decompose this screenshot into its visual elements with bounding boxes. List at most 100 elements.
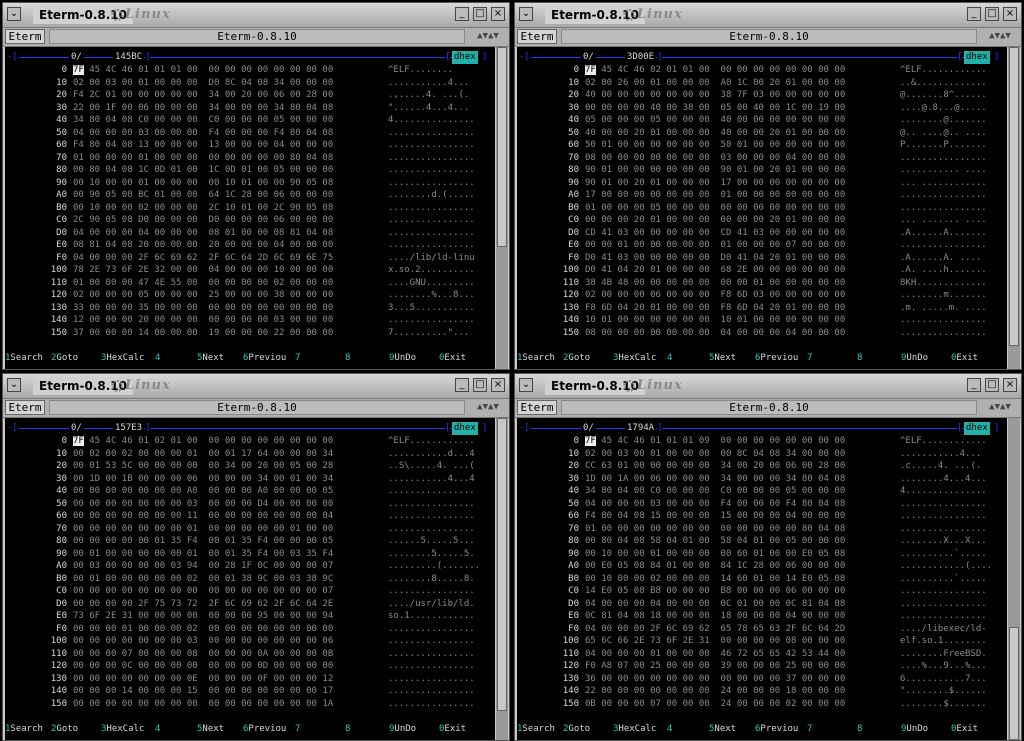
hex-byte[interactable]: 01 xyxy=(290,524,301,534)
hex-byte[interactable]: 00 xyxy=(322,240,333,250)
hex-byte[interactable]: 01 xyxy=(683,536,694,546)
close-button[interactable]: × xyxy=(1003,378,1017,392)
hex-byte[interactable]: 00 xyxy=(306,536,317,546)
hex-byte[interactable]: 00 xyxy=(683,178,694,188)
hex-byte[interactable]: 03 xyxy=(171,561,182,571)
hex-byte[interactable]: 00 xyxy=(257,203,268,213)
hex-byte[interactable]: 08 xyxy=(122,140,133,150)
hex-byte[interactable]: 04 xyxy=(618,611,629,621)
hex-byte[interactable]: 11 xyxy=(187,511,198,521)
fkey-3[interactable]: 3HexCalc xyxy=(613,723,656,736)
hex-byte[interactable]: 01 xyxy=(171,436,182,446)
hex-byte[interactable]: 00 xyxy=(634,290,645,300)
hex-byte[interactable]: 00 xyxy=(209,686,220,696)
hex-byte[interactable]: 04 xyxy=(106,165,117,175)
hex-byte[interactable]: 00 xyxy=(818,486,829,496)
hex-byte[interactable]: 00 xyxy=(225,686,236,696)
hex-byte[interactable]: E0 xyxy=(601,561,612,571)
hex-byte[interactable]: 14 xyxy=(721,574,732,584)
hex-byte[interactable]: 00 xyxy=(209,436,220,446)
hex-byte[interactable]: 00 xyxy=(802,699,813,709)
hex-byte[interactable]: 00 xyxy=(154,303,165,313)
hex-byte[interactable]: 00 xyxy=(601,474,612,484)
hex-byte[interactable]: 00 xyxy=(818,190,829,200)
hex-byte[interactable]: 00 xyxy=(769,65,780,75)
hex-byte[interactable]: 00 xyxy=(634,203,645,213)
hex-byte[interactable]: 00 xyxy=(274,611,285,621)
hex-byte[interactable]: 00 xyxy=(241,499,252,509)
hex-byte[interactable]: 00 xyxy=(241,686,252,696)
hex-byte[interactable]: 00 xyxy=(802,328,813,338)
hex-byte[interactable]: 01 xyxy=(601,178,612,188)
hex-byte[interactable]: 00 xyxy=(802,78,813,88)
hex-byte[interactable]: 01 xyxy=(737,165,748,175)
hex-byte[interactable]: 00 xyxy=(802,65,813,75)
hex-byte[interactable]: 1A xyxy=(618,474,629,484)
hex-byte[interactable]: 00 xyxy=(666,290,677,300)
hex-byte[interactable]: 00 xyxy=(290,436,301,446)
hex-byte[interactable]: 00 xyxy=(737,674,748,684)
hex-byte[interactable]: 00 xyxy=(187,65,198,75)
hex-byte[interactable]: 00 xyxy=(650,140,661,150)
hex-byte[interactable]: 00 xyxy=(290,315,301,325)
hex-byte[interactable]: 00 xyxy=(306,215,317,225)
hex-byte[interactable]: 00 xyxy=(769,699,780,709)
hex-byte[interactable]: 00 xyxy=(89,586,100,596)
hex-byte[interactable]: 01 xyxy=(737,315,748,325)
hex-byte[interactable]: 58 xyxy=(721,536,732,546)
hex-byte[interactable]: B8 xyxy=(650,586,661,596)
hex-byte[interactable]: 00 xyxy=(683,215,694,225)
hex-byte[interactable]: 00 xyxy=(666,140,677,150)
hex-byte[interactable]: 00 xyxy=(89,524,100,534)
hex-byte[interactable]: 00 xyxy=(187,90,198,100)
hex-byte[interactable]: 10 xyxy=(89,203,100,213)
hex-byte[interactable]: 00 xyxy=(699,165,710,175)
hex-byte[interactable]: 00 xyxy=(73,661,84,671)
hex-byte[interactable]: 00 xyxy=(683,586,694,596)
hex-byte[interactable]: 00 xyxy=(106,253,117,263)
fkey-0[interactable]: 0Exit xyxy=(439,352,466,365)
hex-byte[interactable]: 00 xyxy=(650,461,661,471)
hex-byte[interactable]: 00 xyxy=(73,190,84,200)
hex-byte[interactable]: 64 xyxy=(306,599,317,609)
hex-byte[interactable]: 00 xyxy=(737,178,748,188)
hex-byte[interactable]: 20 xyxy=(634,303,645,313)
hex-byte[interactable]: 04 xyxy=(650,599,661,609)
hex-byte[interactable]: 00 xyxy=(683,549,694,559)
hex-byte[interactable]: 1D xyxy=(89,474,100,484)
hex-byte[interactable]: 0C xyxy=(786,599,797,609)
hex-byte[interactable]: 00 xyxy=(769,140,780,150)
hex-byte[interactable]: 00 xyxy=(699,178,710,188)
hex-byte[interactable]: 00 xyxy=(601,203,612,213)
hex-byte[interactable]: 00 xyxy=(290,636,301,646)
hex-byte[interactable]: 00 xyxy=(699,303,710,313)
hex-byte[interactable]: 50 xyxy=(721,140,732,150)
hex-byte[interactable]: 01 xyxy=(650,128,661,138)
hex-byte[interactable]: 00 xyxy=(683,674,694,684)
hex-byte[interactable]: 00 xyxy=(618,649,629,659)
hex-byte[interactable]: 00 xyxy=(122,228,133,238)
hex-byte[interactable]: 00 xyxy=(666,265,677,275)
hex-byte[interactable]: 1F xyxy=(241,561,252,571)
hex-byte[interactable]: 04 xyxy=(666,536,677,546)
hex-byte[interactable]: 00 xyxy=(122,290,133,300)
hex-byte[interactable]: 00 xyxy=(753,636,764,646)
hex-byte[interactable]: 00 xyxy=(225,436,236,446)
hex-byte[interactable]: 00 xyxy=(666,549,677,559)
hex-byte[interactable]: 01 xyxy=(187,449,198,459)
hex-byte[interactable]: 00 xyxy=(290,486,301,496)
hex-byte[interactable]: 05 xyxy=(306,203,317,213)
hex-byte[interactable]: 00 xyxy=(171,303,182,313)
hex-byte[interactable]: 05 xyxy=(618,586,629,596)
hex-byte[interactable]: 00 xyxy=(737,499,748,509)
hex-byte[interactable]: 00 xyxy=(802,511,813,521)
hex-byte[interactable]: 00 xyxy=(737,524,748,534)
hex-byte[interactable]: 00 xyxy=(306,624,317,634)
hex-byte[interactable]: 00 xyxy=(274,153,285,163)
hex-byte[interactable]: 4C xyxy=(618,65,629,75)
hex-byte[interactable]: 01 xyxy=(618,240,629,250)
eterm-menu-button[interactable]: Eterm xyxy=(517,29,557,44)
hex-byte[interactable]: 04 xyxy=(753,303,764,313)
hex-byte[interactable]: 6C xyxy=(802,624,813,634)
hex-byte[interactable]: 01 xyxy=(138,153,149,163)
